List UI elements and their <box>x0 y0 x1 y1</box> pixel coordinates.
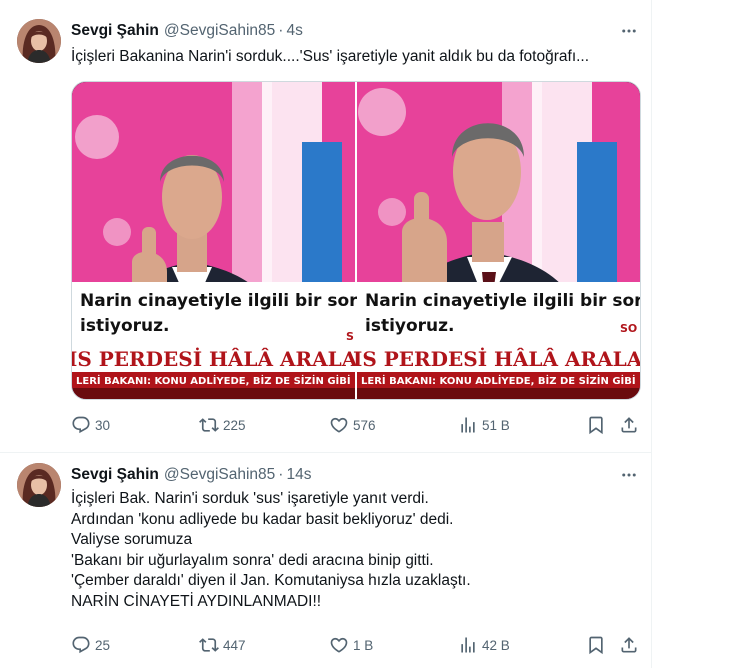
tweet-text-line: 'Bakanı bir uğurlayalım sonra' dedi arac… <box>71 551 434 569</box>
tweet-timestamp[interactable]: 4s <box>286 22 302 39</box>
display-name[interactable]: Sevgi Şahin <box>71 22 159 39</box>
like-button[interactable]: 576 <box>329 410 376 440</box>
separator-dot: · <box>278 22 284 39</box>
caption-line-2: istiyoruz. <box>80 316 170 336</box>
tweet-text-line: NARİN CİNAYETİ AYDINLANMADI!! <box>71 592 322 610</box>
retweet-count: 225 <box>223 417 246 433</box>
tweet[interactable]: Sevgi Şahin @SevgiSahin85 · 4s İçişleri Bak… <box>0 0 652 453</box>
avatar[interactable] <box>17 463 61 507</box>
reply-button[interactable]: 25 <box>71 630 110 660</box>
bookmark-icon <box>589 416 603 435</box>
views-button[interactable]: 51 B <box>458 410 510 440</box>
view-count: 51 B <box>482 417 510 433</box>
timeline: Sevgi Şahin @SevgiSahin85 · 4s İçişleri Bak… <box>0 0 652 668</box>
views-button[interactable]: 42 B <box>458 630 510 660</box>
more-horizontal-icon <box>622 473 636 477</box>
avatar[interactable] <box>17 19 61 63</box>
tweet-text-line: Valiyse sorumuza <box>71 531 193 548</box>
reply-icon <box>72 636 90 654</box>
retweet-icon <box>199 418 219 432</box>
tweet-text-line: İçişleri Bak. Narin'i sorduk 'sus' işare… <box>71 490 429 507</box>
more-horizontal-icon <box>622 29 636 33</box>
tweet-media[interactable]: Narin cinayetiyle ilgili bir soru istiyo… <box>71 81 641 400</box>
tweet-actions: 30 225 576 51 B <box>71 410 646 440</box>
news-ticker: LERİ BAKANI: KONU ADLİYEDE, BİZ DE SİZİN… <box>76 373 394 387</box>
reply-button[interactable]: 30 <box>71 410 110 440</box>
tweet-actions: 25 447 1 B 42 B <box>71 630 646 660</box>
corner-logo: SO <box>620 322 637 335</box>
analytics-icon <box>461 417 475 433</box>
tweet-header: Sevgi Şahin @SevgiSahin85 · 4s <box>71 21 303 41</box>
user-handle[interactable]: @SevgiSahin85 <box>164 22 275 39</box>
tweet-text: İçişleri Bakanina Narin'i sorduk....'Sus… <box>71 47 641 68</box>
bookmark-button[interactable] <box>586 630 606 660</box>
share-icon <box>621 417 637 433</box>
like-count: 576 <box>353 417 376 433</box>
caption-line-1: Narin cinayetiyle ilgili bir soru <box>80 291 370 311</box>
news-ticker: LERİ BAKANI: KONU ADLİYEDE, BİZ DE SİZİN… <box>361 373 640 387</box>
heart-icon <box>330 417 348 433</box>
bookmark-button[interactable] <box>586 410 606 440</box>
display-name[interactable]: Sevgi Şahin <box>71 466 159 483</box>
view-count: 42 B <box>482 637 510 653</box>
user-handle[interactable]: @SevgiSahin85 <box>164 466 275 483</box>
more-options-button[interactable] <box>614 21 644 41</box>
corner-logo: S <box>346 330 354 343</box>
tweet-timestamp[interactable]: 14s <box>286 466 311 483</box>
caption-line-2: istiyoruz. <box>365 316 455 336</box>
analytics-icon <box>461 637 475 653</box>
heart-icon <box>330 637 348 653</box>
retweet-button[interactable]: 447 <box>199 630 246 660</box>
caption-line-1: Narin cinayetiyle ilgili bir soru <box>365 291 640 311</box>
share-button[interactable] <box>619 410 639 440</box>
share-button[interactable] <box>619 630 639 660</box>
bookmark-icon <box>589 636 603 655</box>
share-icon <box>621 637 637 653</box>
reply-count: 30 <box>95 417 111 433</box>
tweet-header: Sevgi Şahin @SevgiSahin85 · 14s <box>71 465 311 485</box>
like-count: 1 B <box>353 637 374 653</box>
retweet-count: 447 <box>223 637 246 653</box>
tweet[interactable]: Sevgi Şahin @SevgiSahin85 · 14s İçişleri Ba… <box>0 453 652 668</box>
tweet-text-line: İçişleri Bakanina Narin'i sorduk....'Sus… <box>71 48 590 65</box>
media-caption-right: Narin cinayetiyle ilgili bir soru istiyo… <box>353 282 640 399</box>
tweet-text-line: Ardından 'konu adliyede bu kadar basit b… <box>71 510 454 528</box>
reply-icon <box>72 416 90 434</box>
more-options-button[interactable] <box>614 465 644 485</box>
tweet-text-line: 'Çember daraldı' diyen il Jan. Komutaniy… <box>71 572 471 589</box>
tweet-text: İçişleri Bak. Narin'i sorduk 'sus' işare… <box>71 489 641 612</box>
separator-dot: · <box>278 466 284 483</box>
news-banner: IS PERDESİ HÂLÂ ARALANAN <box>353 347 640 371</box>
reply-count: 25 <box>95 637 111 653</box>
retweet-button[interactable]: 225 <box>199 410 246 440</box>
retweet-icon <box>199 638 219 652</box>
like-button[interactable]: 1 B <box>329 630 373 660</box>
